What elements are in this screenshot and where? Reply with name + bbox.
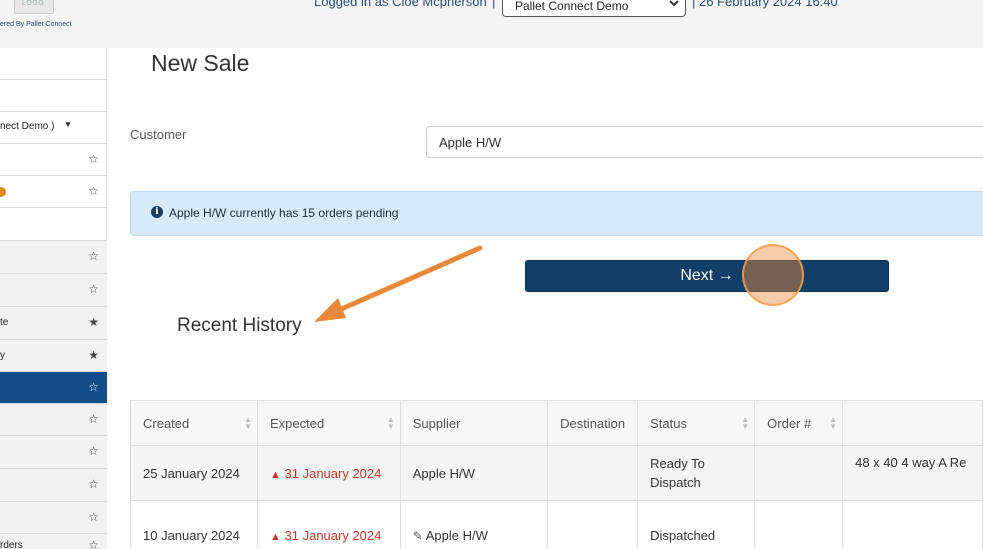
history-table: Created ▲ ▼ Expected ▲ ▼ Supplier Destinatio… — [130, 400, 983, 549]
company-select[interactable]: Pallet Connect Demo — [502, 0, 686, 17]
annotation-arrow — [314, 245, 483, 322]
sidebar-item[interactable]: ☆ — [0, 176, 107, 208]
star-icon[interactable]: ☆ — [88, 538, 99, 549]
star-icon[interactable]: ☆ — [88, 477, 99, 491]
cell-status: Dispatched — [637, 500, 756, 549]
cell-supplier: Apple H/W — [399, 445, 549, 501]
column-header-label: Destination — [560, 415, 626, 431]
sort-icon[interactable]: ▲ ▼ — [829, 416, 837, 431]
caret-down-icon: ▼ — [64, 120, 72, 129]
cell-status: Ready To Dispatch — [637, 445, 756, 501]
chevron-down-icon — [669, 0, 679, 7]
next-button[interactable]: Next → — [525, 260, 889, 292]
column-header-label: Created — [143, 415, 190, 431]
sidebar-item[interactable]: ☆ — [0, 436, 107, 469]
cell-detail — [842, 500, 983, 549]
cell-expected: ▲ 31 January 2024 — [257, 445, 401, 501]
sidebar-item[interactable]: ☆ — [0, 469, 107, 502]
cell-order-number — [754, 500, 844, 549]
company-switcher[interactable]: nect Demo ) ▼ — [0, 112, 107, 144]
company-select-value: Pallet Connect Demo — [515, 0, 629, 13]
star-icon[interactable]: ☆ — [88, 249, 99, 263]
sidebar-item[interactable]: ☆ — [0, 404, 107, 436]
warning-icon: ▲ — [270, 531, 281, 543]
click-indicator — [742, 244, 804, 306]
sort-icon[interactable]: ▲ ▼ — [741, 416, 749, 431]
sidebar-item-active[interactable]: ☆ — [0, 372, 107, 404]
sidebar-item[interactable]: ☆ — [0, 241, 107, 274]
company-switcher-label: nect Demo ) — [0, 121, 55, 132]
cell-destination — [547, 445, 639, 501]
sort-icon[interactable]: ▲ ▼ — [387, 416, 395, 431]
sidebar-item[interactable]: rders ☆ — [0, 534, 107, 549]
notification-badge — [0, 187, 6, 197]
column-header-label: Order # — [767, 415, 812, 431]
column-header-destination[interactable]: Destination — [547, 400, 639, 446]
expected-date: 31 January 2024 — [284, 528, 382, 543]
column-header-label: Status — [650, 415, 687, 431]
sidebar-item[interactable]: te ★ — [0, 307, 107, 340]
sidebar-item[interactable]: ☆ — [0, 144, 107, 176]
column-header-supplier[interactable]: Supplier — [399, 400, 549, 446]
star-icon[interactable]: ☆ — [88, 380, 99, 394]
sidebar: nect Demo ) ▼ ☆ ☆ ☆ ☆ te ★ y ★ ☆ ☆ ☆ ☆ ☆… — [0, 48, 107, 549]
logged-in-user: Logged in as Cloe Mcpherson — [314, 0, 487, 9]
table-header-row: Created ▲ ▼ Expected ▲ ▼ Supplier Destinatio… — [130, 400, 983, 446]
table-row[interactable]: 10 January 2024 ▲ 31 January 2024 ✎ Appl… — [130, 500, 983, 549]
star-icon[interactable]: ☆ — [88, 152, 99, 166]
cell-order-number — [754, 445, 844, 501]
top-bar: LOGO ered By Pallet Connect Logged in as… — [0, 0, 983, 48]
sort-icon[interactable]: ▲ ▼ — [244, 416, 252, 431]
star-icon[interactable]: ☆ — [88, 510, 99, 524]
cell-destination — [547, 500, 639, 549]
logo-text: LOGO — [22, 0, 45, 7]
powered-by-text: ered By Pallet Connect — [0, 21, 72, 28]
current-datetime: | 26 February 2024 16:40 — [692, 0, 838, 9]
column-header-detail — [842, 400, 983, 446]
sidebar-row-1 — [0, 80, 107, 112]
info-icon: i — [151, 206, 163, 218]
info-alert-text: Apple H/W currently has 15 orders pendin… — [169, 206, 399, 220]
page-title: New Sale — [151, 50, 250, 76]
cell-created: 25 January 2024 — [130, 445, 258, 501]
star-icon[interactable]: ☆ — [88, 184, 99, 198]
cell-expected: ▲ 31 January 2024 — [257, 500, 401, 549]
sidebar-item[interactable]: ☆ — [0, 502, 107, 534]
table-row[interactable]: 25 January 2024 ▲ 31 January 2024 Apple … — [130, 445, 983, 501]
star-filled-icon[interactable]: ★ — [88, 315, 99, 329]
sidebar-row-0 — [0, 48, 107, 80]
sidebar-item[interactable]: ☆ — [0, 274, 107, 307]
cell-detail: 48 x 40 4 way A Re — [842, 445, 983, 501]
customer-field[interactable]: Apple H/W — [426, 126, 983, 158]
header-separator: | — [492, 0, 496, 9]
expected-date: 31 January 2024 — [284, 465, 382, 481]
column-header-created[interactable]: Created ▲ ▼ — [130, 400, 258, 446]
column-header-label: Supplier — [412, 415, 461, 431]
supplier-name: Apple H/W — [425, 528, 488, 543]
sidebar-section — [0, 208, 107, 241]
sidebar-item-label: te — [0, 317, 9, 328]
paperclip-icon[interactable]: ✎ — [413, 529, 423, 543]
star-icon[interactable]: ☆ — [88, 412, 99, 426]
column-header-order-number[interactable]: Order # ▲ ▼ — [754, 400, 844, 446]
cell-supplier: ✎ Apple H/W — [399, 500, 549, 549]
recent-history-heading: Recent History — [177, 315, 302, 336]
sidebar-item-label: rders — [0, 540, 23, 549]
customer-label: Customer — [130, 127, 187, 142]
star-filled-icon[interactable]: ★ — [88, 348, 99, 362]
column-header-label: Expected — [270, 415, 325, 431]
cell-created: 10 January 2024 — [130, 500, 258, 549]
info-alert: i Apple H/W currently has 15 orders pend… — [130, 191, 983, 236]
sidebar-item-label: y — [0, 350, 5, 361]
warning-icon: ▲ — [270, 468, 281, 481]
star-icon[interactable]: ☆ — [88, 282, 99, 296]
star-icon[interactable]: ☆ — [88, 444, 99, 458]
column-header-expected[interactable]: Expected ▲ ▼ — [257, 400, 401, 446]
sidebar-item[interactable]: y ★ — [0, 340, 107, 372]
column-header-status[interactable]: Status ▲ ▼ — [637, 400, 756, 446]
